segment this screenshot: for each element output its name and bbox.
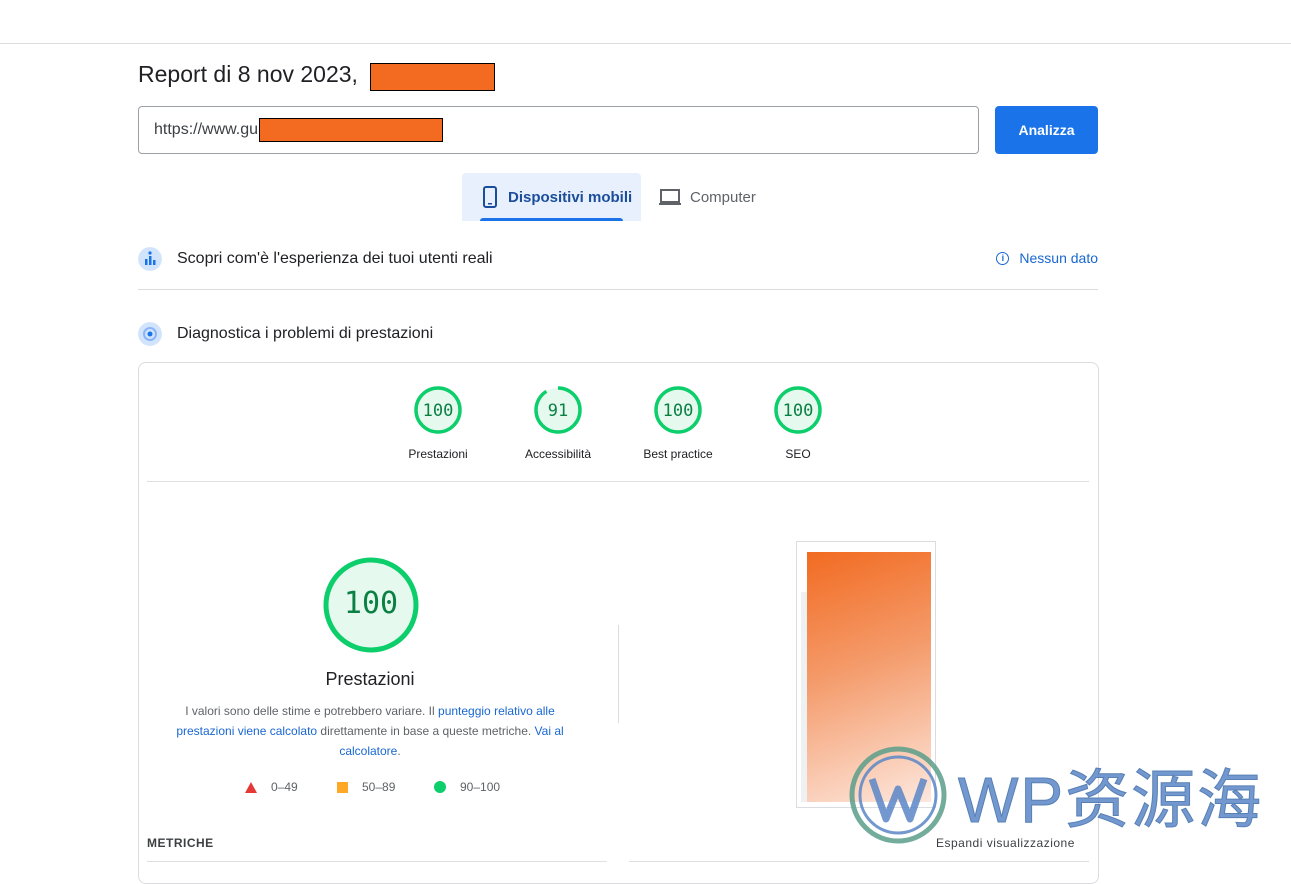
tab-mobile-label: Dispositivi mobili bbox=[508, 188, 633, 206]
diagnostics-icon bbox=[138, 322, 162, 346]
report-title: Report di 8 nov 2023, bbox=[138, 61, 358, 88]
desc-text: I valori sono delle stime e potrebbero v… bbox=[185, 704, 439, 718]
legend-item-average: 50–89 bbox=[337, 780, 395, 794]
expand-divider bbox=[629, 861, 1089, 862]
performance-score: 100 bbox=[343, 586, 399, 621]
info-icon: i bbox=[996, 251, 1010, 265]
score-gauge-performance[interactable]: 100 Prestazioni bbox=[393, 385, 483, 461]
top-bar bbox=[0, 0, 1291, 44]
square-icon bbox=[337, 781, 348, 793]
circle-icon bbox=[434, 781, 446, 793]
score-value: 91 bbox=[547, 401, 569, 421]
no-data-label: Nessun dato bbox=[1019, 250, 1098, 266]
users-chart-icon bbox=[138, 247, 162, 271]
score-label: Prestazioni bbox=[408, 447, 468, 461]
card-divider bbox=[147, 481, 1089, 482]
desc-text: . bbox=[397, 744, 401, 758]
score-gauge-seo[interactable]: 100 SEO bbox=[753, 385, 843, 461]
analyze-button[interactable]: Analizza bbox=[995, 106, 1098, 154]
tab-active-indicator bbox=[480, 218, 623, 221]
laptop-icon bbox=[659, 189, 681, 205]
score-gauge-accessibility[interactable]: 91 Accessibilità bbox=[513, 385, 603, 461]
report-title-text: Report di 8 nov 2023, bbox=[138, 61, 358, 87]
field-data-title: Scopri com'è l'esperienza dei tuoi utent… bbox=[177, 250, 493, 267]
desc-text: direttamente in base a queste metriche. bbox=[317, 724, 535, 738]
legend-label: 90–100 bbox=[460, 780, 501, 794]
wordpress-logo-icon bbox=[849, 746, 947, 844]
vertical-divider bbox=[618, 625, 619, 723]
score-value: 100 bbox=[422, 401, 454, 421]
triangle-icon bbox=[245, 781, 257, 793]
url-input-value: https://www.gu bbox=[154, 121, 259, 138]
legend-item-pass: 90–100 bbox=[434, 780, 500, 794]
lab-data-section: Diagnostica i problemi di prestazioni bbox=[138, 319, 1098, 349]
lab-data-title: Diagnostica i problemi di prestazioni bbox=[177, 325, 434, 342]
performance-description: I valori sono delle stime e potrebbero v… bbox=[169, 701, 571, 761]
legend-item-fail: 0–49 bbox=[245, 780, 298, 794]
tab-mobile[interactable]: Dispositivi mobili bbox=[462, 173, 641, 221]
legend-label: 50–89 bbox=[362, 780, 396, 794]
section-divider bbox=[138, 289, 1098, 290]
score-gauge-best-practices[interactable]: 100 Best practice bbox=[633, 385, 723, 461]
watermark-text: WP资源海 bbox=[957, 764, 1264, 837]
performance-title: Prestazioni bbox=[325, 669, 415, 689]
metrics-divider bbox=[147, 861, 607, 862]
legend-label: 0–49 bbox=[271, 780, 298, 794]
redacted-box bbox=[370, 63, 495, 91]
field-data-section: Scopri com'è l'esperienza dei tuoi utent… bbox=[138, 244, 1098, 274]
score-label: Best practice bbox=[643, 447, 713, 461]
smartphone-icon bbox=[483, 186, 497, 208]
score-label: Accessibilità bbox=[524, 447, 592, 461]
score-value: 100 bbox=[662, 401, 694, 421]
score-value: 100 bbox=[782, 401, 814, 421]
tab-computer[interactable]: Computer bbox=[655, 173, 775, 221]
score-label: SEO bbox=[785, 447, 811, 461]
watermark: WP资源海 bbox=[848, 745, 1278, 845]
redacted-url bbox=[259, 118, 443, 142]
tab-computer-label: Computer bbox=[690, 188, 756, 206]
no-data-link[interactable]: i Nessun dato bbox=[996, 250, 1098, 266]
metrics-heading: METRICHE bbox=[147, 836, 214, 850]
